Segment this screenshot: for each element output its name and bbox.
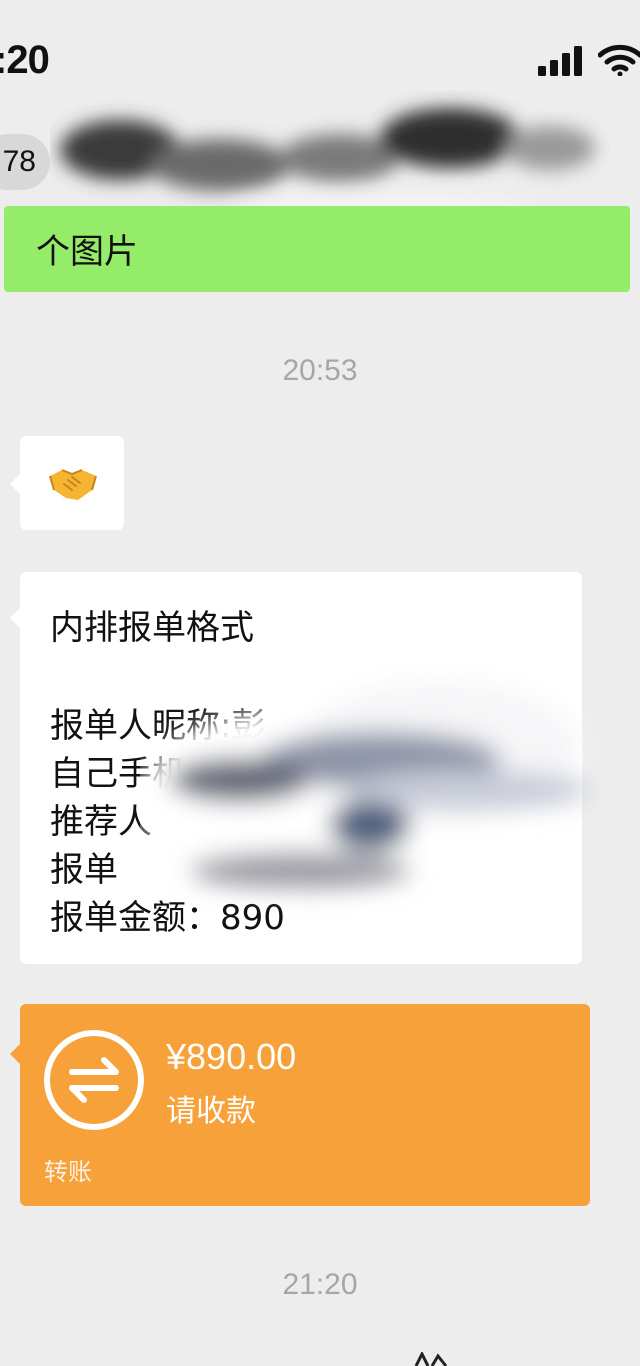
- transfer-status: 请收款: [166, 1094, 256, 1129]
- unread-count-badge[interactable]: 78: [0, 134, 50, 190]
- status-time: :20: [0, 38, 50, 82]
- cellular-signal-icon: [538, 46, 582, 76]
- handshake-icon: [49, 469, 97, 500]
- transfer-arrows-icon: [44, 1030, 144, 1130]
- form-message-bubble[interactable]: 内排报单格式 报单人昵称:彭 自己手机 推荐人 报单 报单金额：890: [10, 572, 582, 964]
- wifi-icon: [598, 44, 640, 76]
- transfer-card[interactable]: ¥890.00 请收款 转账: [10, 1004, 590, 1206]
- partial-sticker: [414, 1352, 448, 1366]
- form-line: 报单: [50, 850, 118, 890]
- transfer-label: 转账: [44, 1158, 92, 1186]
- form-line: 推荐人: [50, 802, 152, 842]
- chat-timestamp: 20:53: [282, 354, 358, 387]
- chat-timestamp: 21:20: [282, 1268, 358, 1301]
- form-line: 报单人昵称:彭: [50, 706, 266, 746]
- form-amount-line: 报单金额：890: [50, 898, 285, 938]
- form-title: 内排报单格式: [50, 608, 254, 648]
- sent-message-text: 个图片: [36, 232, 138, 272]
- sent-message-bubble[interactable]: 个图片: [4, 206, 630, 292]
- emoji-message-bubble[interactable]: [10, 436, 124, 530]
- form-line: 自己手机: [50, 754, 186, 794]
- status-bar: :20: [0, 0, 640, 110]
- transfer-amount: ¥890.00: [166, 1036, 297, 1077]
